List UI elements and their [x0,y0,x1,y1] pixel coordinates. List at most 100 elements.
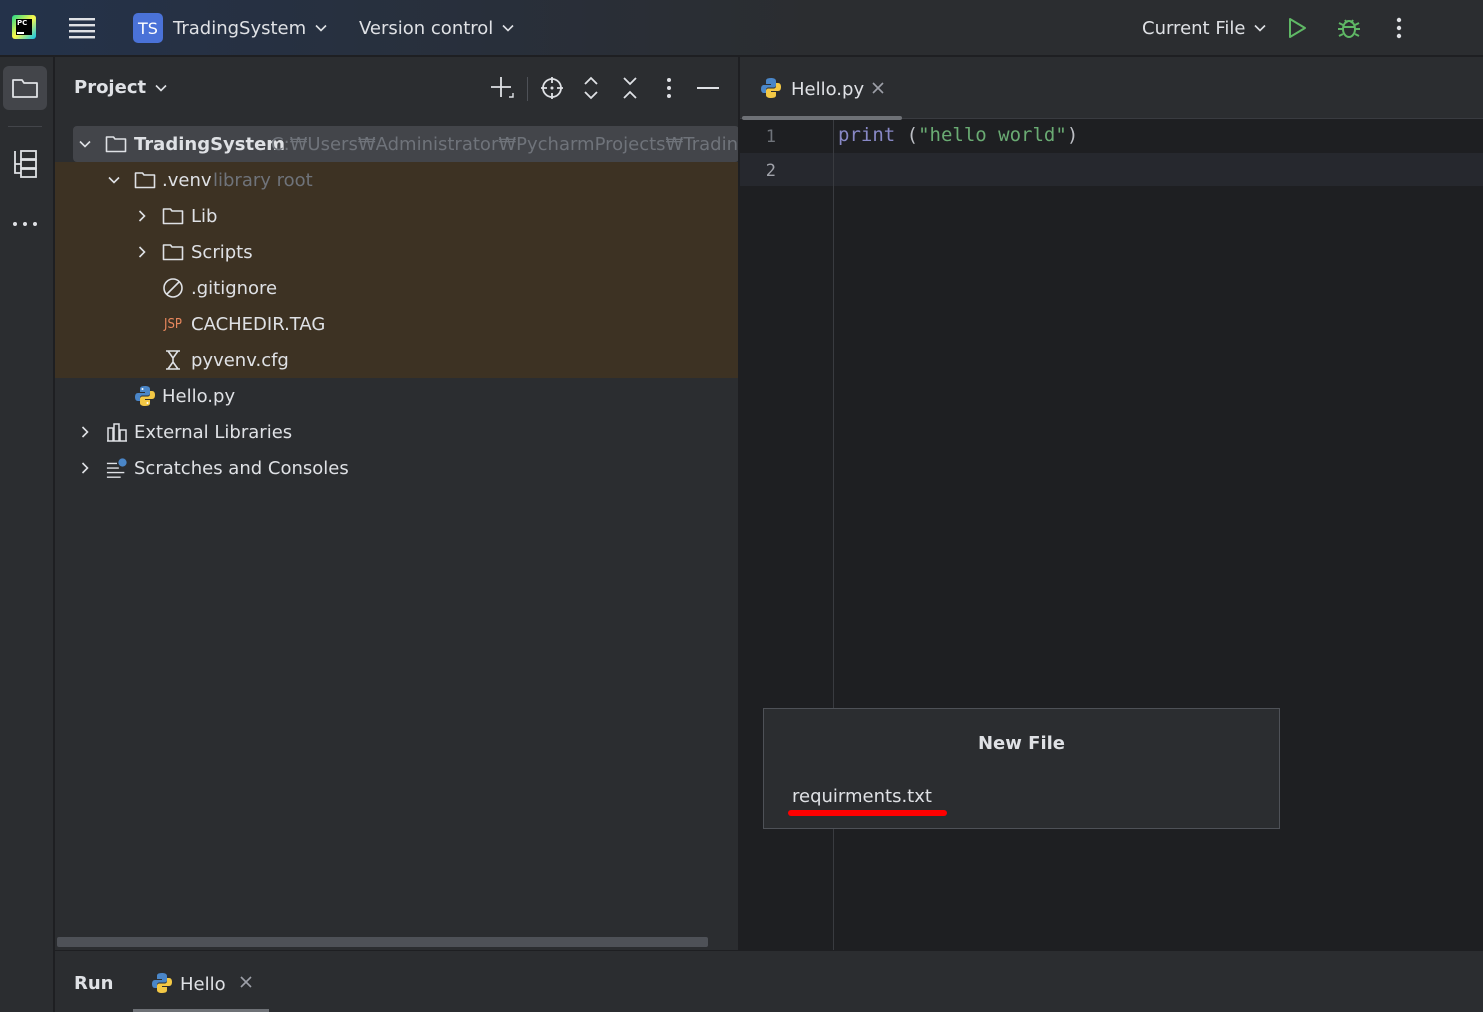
chevron-down-icon [1254,24,1267,32]
toolbar-divider [527,77,528,101]
folder-icon [12,79,38,98]
tree-item-gitignore[interactable]: .gitignore [55,270,738,306]
tree-item-path-hint: C:₩Users₩Administrator₩PycharmProjects₩T… [271,133,738,155]
collapse-all-button[interactable] [617,75,643,101]
expand-all-button[interactable] [578,75,604,101]
chevron-right-icon[interactable] [78,425,92,439]
folder-icon [162,241,184,263]
folder-icon [134,169,156,191]
project-panel-title: Project [74,77,147,98]
pycharm-logo-icon[interactable]: PC [12,15,36,39]
hide-panel-button[interactable] [695,75,721,101]
chevron-down-icon[interactable] [78,137,92,151]
tree-item-hello-py[interactable]: Hello.py [55,378,738,414]
hamburger-menu-icon [69,18,95,39]
tree-item-library-root-hint: library root [213,169,313,191]
close-run-tab-button[interactable] [239,973,253,994]
tree-item-cachedir-tag[interactable]: JSP CACHEDIR.TAG [55,306,738,342]
main-menu-button[interactable] [68,0,96,56]
tree-item-label: CACHEDIR.TAG [191,313,326,335]
locate-file-button[interactable] [539,75,565,101]
new-file-name-input[interactable] [792,781,1262,811]
run-icon [1289,18,1306,38]
tree-item-external-libraries[interactable]: External Libraries [55,414,738,450]
close-icon [872,82,884,94]
red-annotation-underline [788,810,947,816]
minimize-icon [697,87,719,89]
project-switcher[interactable]: TS TradingSystem [133,0,328,56]
horizontal-scrollbar[interactable] [57,937,708,947]
config-file-icon [162,349,184,371]
run-configuration-label: Current File [1142,17,1246,39]
more-vertical-icon [1396,17,1402,39]
code-string: "hello world" [918,124,1067,146]
close-tab-button[interactable] [871,79,885,100]
editor-tab-label: Hello.py [791,79,865,100]
more-actions-button[interactable] [1390,0,1408,56]
expand-all-icon [584,76,598,100]
code-paren-close: ) [1066,124,1079,146]
tree-item-lib[interactable]: Lib [55,198,738,234]
tree-item-label: Scripts [191,241,253,263]
chevron-down-icon[interactable] [107,173,121,187]
title-bar: PC TS TradingSystem Version control Curr… [0,0,1483,56]
editor-tab-hello-py[interactable]: Hello.py [740,57,902,120]
chevron-right-icon[interactable] [135,209,149,223]
project-name: TradingSystem [173,17,307,39]
chevron-down-icon [502,24,514,32]
tree-item-label: pyvenv.cfg [191,349,289,371]
python-file-icon [151,972,173,999]
new-file-dialog-title: New File [977,733,1065,754]
tree-item-label: Lib [191,205,218,227]
tree-item-label: External Libraries [134,421,293,443]
python-file-icon [134,385,156,407]
tree-item-label: .venv [162,169,212,191]
project-tool-button[interactable] [3,66,47,110]
more-horizontal-icon [13,222,37,226]
editor-tab-bar: Hello.py [740,57,1483,120]
line-number: 2 [765,161,776,181]
chevron-right-icon[interactable] [135,245,149,259]
code-keyword: print [838,124,896,146]
chevron-down-icon [315,24,327,32]
new-element-button[interactable] [489,75,515,101]
ignore-file-icon [162,277,184,299]
project-view-selector[interactable]: Project [74,77,168,98]
tree-item-venv[interactable]: .venv library root [55,162,738,198]
version-control-label: Version control [359,17,494,39]
tree-item-label: .gitignore [191,277,278,299]
jsp-file-icon: JSP [164,316,182,332]
crosshair-icon [541,77,563,99]
plus-icon [491,77,514,98]
current-line-highlight [740,153,1483,186]
collapse-all-icon [623,77,637,99]
project-options-button[interactable] [656,75,682,101]
folder-icon [162,205,184,227]
code-line-1[interactable]: print ("hello world") [838,124,1078,146]
code-paren-open: ( [895,124,919,146]
version-control-menu[interactable]: Version control [359,0,515,56]
tree-item-pyvenv-cfg[interactable]: pyvenv.cfg [55,342,738,378]
chevron-right-icon[interactable] [78,461,92,475]
bug-icon [1338,19,1360,38]
run-tab-hello[interactable]: Hello [133,951,269,1012]
structure-icon [14,150,37,178]
run-button[interactable] [1285,0,1309,56]
scratches-icon [106,457,128,479]
chevron-down-icon [155,84,167,92]
more-tools-button[interactable] [3,202,47,246]
tree-item-scratches-and-consoles[interactable]: Scratches and Consoles [55,450,738,486]
run-panel-title: Run [74,973,114,994]
project-tool-window: Project TradingSystem C:₩Users₩Administr… [55,57,739,950]
libraries-icon [106,421,128,443]
tree-item-label: Scratches and Consoles [134,457,349,479]
run-configuration-selector[interactable]: Current File [1142,0,1267,56]
debug-button[interactable] [1336,0,1362,56]
project-panel-header: Project [55,57,738,119]
structure-tool-button[interactable] [3,142,47,186]
tree-item-scripts[interactable]: Scripts [55,234,738,270]
folder-icon [105,133,127,155]
tool-window-strip [0,57,54,1012]
tree-item-tradingsystem[interactable]: TradingSystem C:₩Users₩Administrator₩Pyc… [73,126,738,162]
run-tool-window-bar: Run Hello [55,950,1483,1012]
